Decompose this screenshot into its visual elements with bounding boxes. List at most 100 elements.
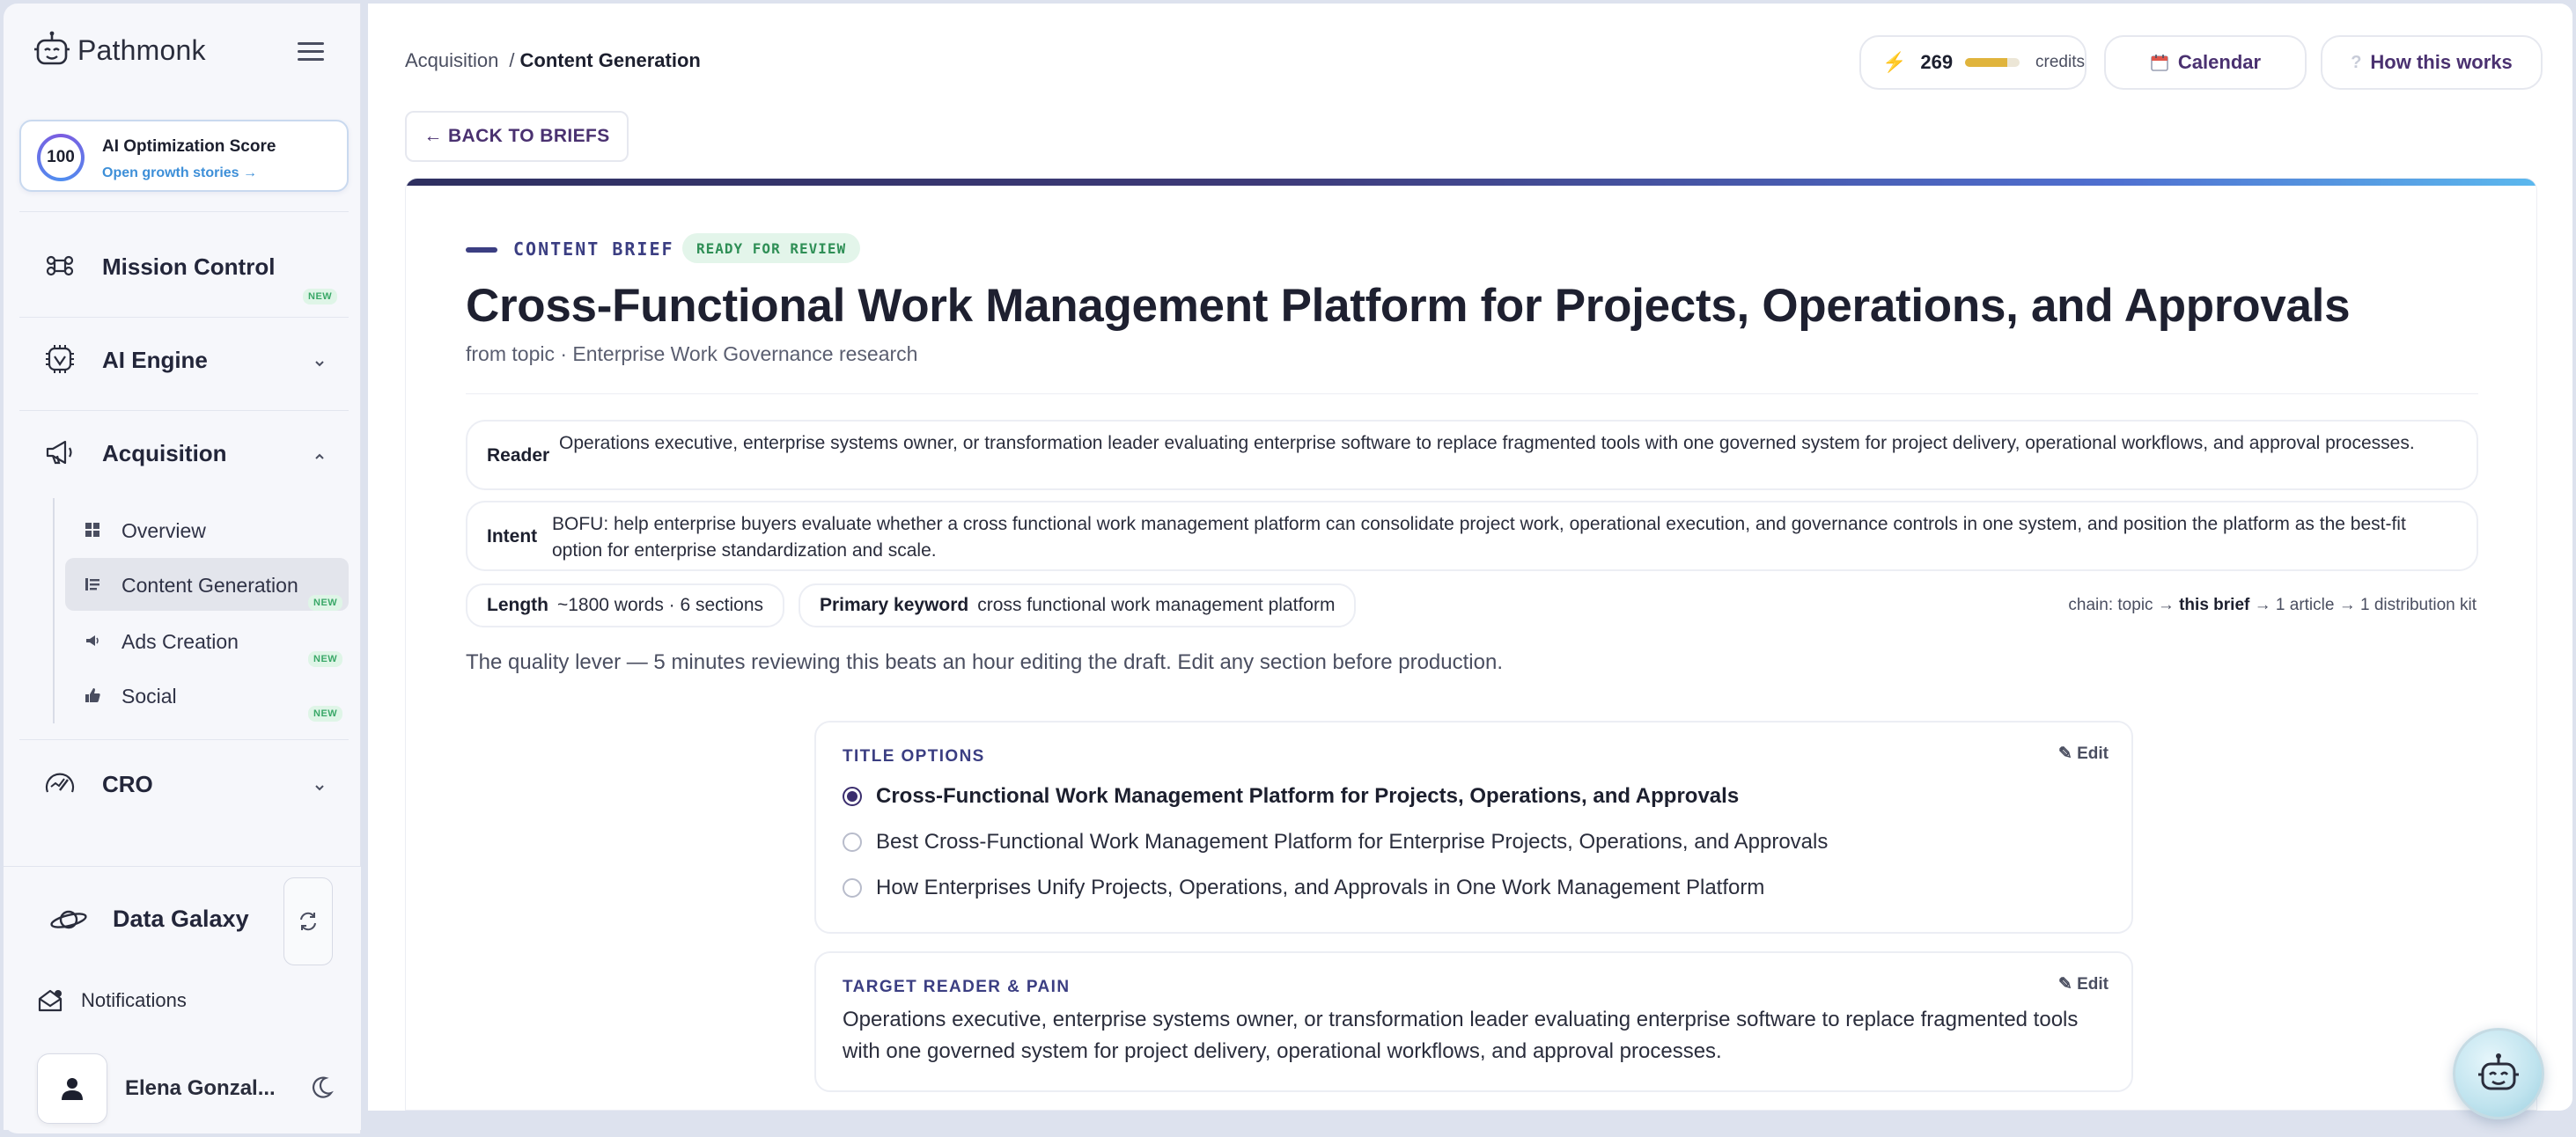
sidebar-item-label: Mission Control [102, 253, 276, 280]
chain-prefix: chain: topic → [2068, 596, 2175, 614]
reader-text: Operations executive, enterprise systems… [559, 433, 2415, 453]
breadcrumb-current: Content Generation [519, 49, 701, 71]
title-option-text: How Enterprises Unify Projects, Operatio… [876, 876, 1765, 899]
menu-toggle-icon[interactable] [298, 42, 324, 62]
sidebar-item-label: Acquisition [102, 440, 227, 466]
sidebar-subitem-overview[interactable]: Overview [65, 503, 349, 556]
target-reader-text: Operations executive, enterprise systems… [843, 1008, 2079, 1063]
score-title: AI Optimization Score [102, 137, 276, 156]
title-option[interactable]: How Enterprises Unify Projects, Operatio… [843, 876, 1764, 900]
user-name[interactable]: Elena Gonzal... [125, 1076, 276, 1101]
title-option-text: Cross-Functional Work Management Platfor… [876, 784, 1740, 808]
dark-mode-icon[interactable] [308, 1075, 335, 1101]
user-icon [62, 1078, 83, 1100]
sidebar-item-ai-engine[interactable]: AI Engine [4, 340, 361, 385]
robot-assistant-icon [2478, 1053, 2519, 1090]
brief-source: from topic · Enterprise Work Governance … [466, 342, 918, 365]
credits-pill[interactable]: ⚡ 269 credits [1859, 35, 2087, 90]
chevron-down-icon[interactable] [312, 356, 328, 371]
sidebar-divider [19, 410, 349, 411]
sidebar-divider [19, 317, 349, 318]
credits-progress [1965, 58, 2020, 67]
radio-unselected[interactable] [843, 878, 862, 898]
score-value: 100 [40, 137, 81, 178]
how-this-works-label: How this works [2370, 51, 2513, 73]
sidebar-item-acquisition[interactable]: Acquisition [4, 433, 361, 479]
brief-divider [466, 393, 2478, 394]
sidebar-subitem-label: Overview [121, 519, 206, 542]
brand[interactable]: Pathmonk [32, 30, 206, 70]
robot-logo-icon [34, 31, 70, 65]
chevron-up-icon[interactable] [312, 449, 328, 465]
avatar[interactable] [37, 1053, 107, 1124]
content-chain: chain: topic → this brief → 1 article → … [2068, 596, 2477, 615]
data-galaxy-label[interactable]: Data Galaxy [113, 906, 249, 933]
sidebar-subitem-content-generation[interactable]: Content Generation [65, 558, 349, 611]
sidebar-divider [19, 739, 349, 740]
content-brief-card: CONTENT BRIEF READY FOR REVIEW Cross-Fun… [405, 178, 2537, 1111]
breadcrumb: Acquisition / Content Generation [405, 49, 701, 72]
megaphone-icon [40, 433, 79, 472]
credits-value: 269 [1920, 51, 1954, 73]
breadcrumb-parent[interactable]: Acquisition [405, 49, 498, 71]
gauge-icon [40, 764, 79, 803]
sidebar-item-mission-control[interactable]: Mission Control [4, 246, 361, 292]
chevron-down-icon[interactable] [312, 780, 328, 796]
page-title: Cross-Functional Work Management Platfor… [466, 280, 2351, 332]
main-content: Acquisition / Content Generation ⚡ 269 cre… [368, 4, 2572, 1111]
document-lines-icon [85, 578, 99, 591]
how-this-works-button[interactable]: ? How this works [2321, 35, 2543, 90]
sidebar-subitem-label: Social [121, 685, 177, 708]
edit-title-options-button[interactable]: ✎ Edit [2058, 744, 2109, 764]
calendar-icon [2151, 55, 2168, 71]
primary-keyword-chip: Primary keyword cross functional work ma… [799, 583, 1357, 627]
new-badge: NEW [308, 706, 343, 722]
notifications-label: Notifications [81, 989, 187, 1011]
radio-selected[interactable] [843, 787, 862, 806]
refresh-icon [300, 912, 316, 931]
sidebar-subitem-label: Ads Creation [121, 630, 239, 653]
question-icon: ? [2351, 52, 2362, 72]
sidebar-footer: Data Galaxy Notifications Elena Gonzal..… [4, 866, 361, 1130]
calendar-button[interactable]: Calendar [2104, 35, 2307, 90]
brand-name: Pathmonk [77, 33, 206, 66]
intent-label: Intent [487, 526, 538, 546]
title-options-card: TITLE OPTIONS ✎ Edit Cross-Functional Wo… [814, 721, 2133, 934]
title-option-text: Best Cross-Functional Work Management Pl… [876, 830, 1829, 854]
title-options-heading: TITLE OPTIONS [843, 747, 985, 766]
edit-target-reader-button[interactable]: ✎ Edit [2058, 974, 2109, 994]
sidebar-subitem-label: Content Generation [121, 574, 298, 597]
breadcrumb-separator: / [509, 49, 515, 71]
keyword-label: Primary keyword [820, 595, 969, 615]
chain-current: this brief [2179, 596, 2250, 614]
keyword-value: cross functional work management platfor… [977, 595, 1336, 615]
reader-row: Reader Operations executive, enterprise … [466, 420, 2478, 490]
growth-stories-link[interactable]: Open growth stories → [102, 165, 257, 181]
title-option[interactable]: Best Cross-Functional Work Management Pl… [843, 830, 1828, 855]
brief-kicker: CONTENT BRIEF [513, 238, 674, 260]
chip-brain-icon [40, 340, 79, 378]
sidebar-divider [19, 211, 349, 212]
new-badge: NEW [303, 289, 338, 304]
back-to-briefs-button[interactable]: ← BACK TO BRIEFS [405, 111, 629, 162]
refresh-button[interactable] [283, 877, 333, 965]
notifications-item[interactable]: Notifications [37, 988, 187, 1013]
assistant-chat-button[interactable] [2453, 1028, 2544, 1119]
sidebar-item-cro[interactable]: CRO [4, 764, 361, 810]
title-option[interactable]: Cross-Functional Work Management Platfor… [843, 784, 1739, 809]
sidebar-subitem-social[interactable]: Social [65, 669, 349, 722]
length-chip: Length ~1800 words · 6 sections [466, 583, 785, 627]
radio-unselected[interactable] [843, 833, 862, 852]
brief-accent-bar [406, 179, 2536, 186]
credits-word: credits [2035, 53, 2085, 71]
thumbs-up-icon [85, 688, 100, 702]
command-icon [40, 246, 79, 285]
status-badge: READY FOR REVIEW [682, 233, 861, 263]
planet-icon [50, 910, 87, 929]
score-ring: 100 [37, 134, 85, 181]
ai-score-card[interactable]: 100 AI Optimization Score Open growth st… [19, 120, 349, 192]
quality-note: The quality lever — 5 minutes reviewing … [466, 650, 1503, 674]
sidebar-subitem-ads-creation[interactable]: Ads Creation [65, 614, 349, 667]
target-reader-card: TARGET READER & PAIN ✎ Edit Operations e… [814, 951, 2133, 1092]
subnav-guide [53, 498, 55, 723]
